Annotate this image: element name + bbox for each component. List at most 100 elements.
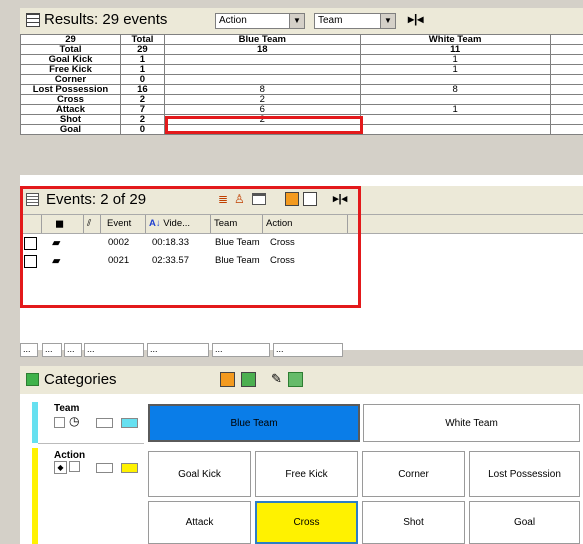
results-column-field-select[interactable]: Team ▼	[314, 13, 396, 29]
table-header-white-team[interactable]: White Team	[359, 34, 551, 45]
white-cell[interactable]: 11	[359, 44, 551, 55]
categories-header: Categories ✎	[20, 366, 583, 394]
action-button-label: Goal Kick	[178, 468, 221, 480]
team-button-white-team[interactable]: White Team	[363, 404, 580, 442]
white-cell[interactable]	[359, 94, 551, 105]
orange-grid-icon[interactable]	[220, 372, 235, 387]
event-video-time: 02:33.57	[152, 255, 189, 266]
action-button-label: Shot	[403, 517, 424, 528]
column-team[interactable]: Team	[211, 215, 263, 233]
column-attachment[interactable]: ⫽	[84, 215, 101, 233]
blue-cell-selected[interactable]: 2	[163, 94, 361, 105]
action-button-free-kick[interactable]: Free Kick	[255, 451, 358, 497]
camera-icon: ▰	[52, 255, 61, 267]
orange-grid-icon[interactable]	[285, 192, 299, 206]
table-row[interactable]: Lost Possession 16 8 8	[20, 84, 583, 95]
team-button-blue-team[interactable]: Blue Team	[148, 404, 360, 442]
table-header-blue-team[interactable]: Blue Team	[163, 34, 361, 45]
event-row[interactable]: ▰ 0002 00:18.33 Blue Team Cross	[20, 236, 583, 250]
sort-az-icon[interactable]: A↓	[149, 218, 161, 229]
table-filler	[549, 34, 583, 45]
team-group-label: Team	[54, 403, 80, 414]
column-video[interactable]: A↓ Vide...	[146, 215, 211, 233]
action-button-label: Cross	[293, 517, 320, 528]
white-cell[interactable]	[359, 124, 551, 135]
checkbox-icon[interactable]	[69, 461, 80, 472]
table-row[interactable]: Goal 0	[20, 124, 583, 135]
footer-cell: ...	[42, 343, 62, 357]
white-cell[interactable]	[359, 114, 551, 125]
total-cell: 1	[119, 64, 165, 75]
footer-cell: ...	[147, 343, 209, 357]
results-table: 29 Total Blue Team White Team Total 29 18 1…	[20, 34, 583, 135]
table-icon	[26, 13, 40, 27]
event-team: Blue Team	[215, 255, 260, 266]
table-row[interactable]: Corner 0	[20, 74, 583, 85]
edit-icon[interactable]: ✎	[271, 371, 282, 387]
checkbox-icon[interactable]	[24, 237, 37, 250]
blue-cell[interactable]	[163, 124, 361, 135]
results-title: Results: 29 events	[44, 11, 168, 28]
table-row[interactable]: Goal Kick 1 1	[20, 54, 583, 65]
blue-cell[interactable]: 2	[163, 114, 361, 125]
blue-cell[interactable]	[163, 64, 361, 75]
action-button-cross[interactable]: Cross	[255, 501, 358, 544]
dropdown-arrow-icon[interactable]: ▼	[380, 14, 395, 28]
row-label: Corner	[20, 74, 121, 85]
stack-icon[interactable]: ≣	[218, 192, 228, 206]
white-cell[interactable]: 1	[359, 54, 551, 65]
column-camera[interactable]: ◼	[42, 215, 84, 233]
diamond-icon[interactable]: ◆	[54, 461, 67, 474]
total-cell: 16	[119, 84, 165, 95]
white-color-icon[interactable]	[96, 418, 113, 428]
white-cell[interactable]: 8	[359, 84, 551, 95]
blue-cell[interactable]	[163, 74, 361, 85]
footer-cell: ...	[64, 343, 82, 357]
blue-cell[interactable]: 8	[163, 84, 361, 95]
blue-cell[interactable]	[163, 54, 361, 65]
white-cell[interactable]	[359, 74, 551, 85]
table-row[interactable]: Cross 2 2	[20, 94, 583, 105]
split-icon[interactable]: ▸|◂	[333, 192, 347, 205]
events-toolbar: Events: 2 of 29 ≣ ♙ ▸|◂	[20, 186, 583, 214]
table-header-row: 29 Total Blue Team White Team	[20, 34, 583, 45]
table-row[interactable]: Free Kick 1 1	[20, 64, 583, 75]
checkbox-icon[interactable]	[54, 417, 65, 428]
dropdown-arrow-icon[interactable]: ▼	[289, 14, 304, 28]
column-action[interactable]: Action	[263, 215, 348, 233]
cyan-color-icon[interactable]	[121, 418, 138, 428]
checkbox-icon[interactable]	[24, 255, 37, 268]
white-cell[interactable]: 1	[359, 104, 551, 115]
table-row[interactable]: Total 29 18 11	[20, 44, 583, 55]
action-button-goal[interactable]: Goal	[469, 501, 580, 544]
action-button-attack[interactable]: Attack	[148, 501, 251, 544]
table-row[interactable]: Shot 2 2	[20, 114, 583, 125]
green-settings-icon[interactable]	[288, 372, 303, 387]
event-action: Cross	[270, 237, 295, 248]
camera-icon: ◼	[55, 218, 65, 230]
blue-cell[interactable]: 18	[163, 44, 361, 55]
column-event[interactable]: Event	[101, 215, 146, 233]
timer-icon[interactable]: ◷	[69, 414, 79, 428]
column-video-label: Vide...	[163, 218, 191, 229]
paperclip-icon: ⫽	[87, 218, 92, 229]
event-row[interactable]: ▰ 0021 02:33.57 Blue Team Cross	[20, 254, 583, 268]
action-button-corner[interactable]: Corner	[362, 451, 465, 497]
action-button-lost-possession[interactable]: Lost Possession	[469, 451, 580, 497]
white-grid-icon[interactable]	[303, 192, 317, 206]
team-button-label: White Team	[445, 417, 498, 429]
column-checkbox	[20, 215, 42, 233]
blue-cell[interactable]: 6	[163, 104, 361, 115]
action-button-goal-kick[interactable]: Goal Kick	[148, 451, 251, 497]
green-grid-icon[interactable]	[241, 372, 256, 387]
results-row-field-value: Action	[219, 15, 247, 26]
white-cell[interactable]: 1	[359, 64, 551, 75]
split-icon[interactable]: ▸|◂	[408, 12, 423, 26]
players-icon[interactable]: ♙	[234, 192, 245, 206]
action-button-shot[interactable]: Shot	[362, 501, 465, 544]
table-row[interactable]: Attack 7 6 1	[20, 104, 583, 115]
window-icon[interactable]	[252, 193, 266, 205]
white-color-icon[interactable]	[96, 463, 113, 473]
yellow-color-icon[interactable]	[121, 463, 138, 473]
results-row-field-select[interactable]: Action ▼	[215, 13, 305, 29]
